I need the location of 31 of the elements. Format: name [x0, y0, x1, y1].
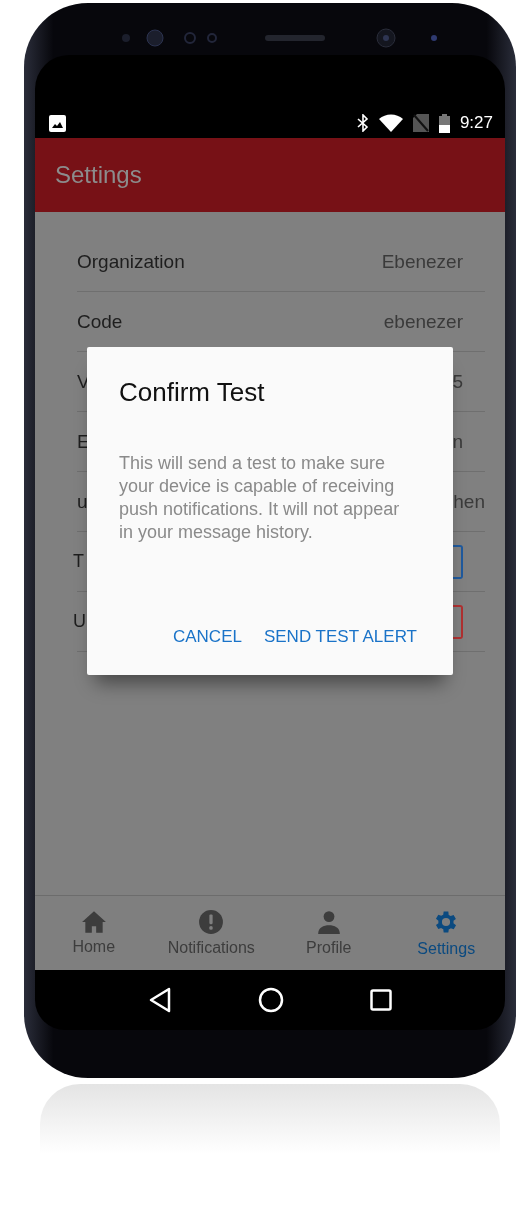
bluetooth-icon: [356, 114, 369, 132]
tab-bar-item[interactable]: Profile: [270, 896, 388, 970]
back-icon[interactable]: [148, 987, 172, 1013]
home-icon: [80, 910, 107, 934]
setting-label: U: [73, 611, 86, 632]
setting-label: Code: [77, 310, 123, 333]
setting-value: 5: [452, 370, 463, 393]
image-icon: [49, 114, 66, 132]
app-bar-title: Settings: [55, 161, 142, 189]
wifi-icon: [378, 114, 403, 132]
setting-value: Ebenezer: [381, 250, 463, 273]
setting-label: Organization: [77, 250, 185, 273]
setting-value: n: [452, 430, 463, 453]
setting-value: ebenezer: [383, 310, 463, 333]
home-circle-icon[interactable]: [258, 987, 284, 1013]
setting-value: hen: [453, 490, 485, 513]
alert-icon: [198, 909, 225, 935]
tab-bar-item[interactable]: Home: [35, 896, 153, 970]
battery-icon: [438, 113, 450, 133]
setting-label: u: [77, 490, 88, 513]
setting-label: T: [73, 551, 84, 572]
person-icon: [315, 909, 342, 935]
status-time: 9:27: [459, 113, 493, 133]
tab-bar-item[interactable]: Settings: [387, 896, 505, 970]
no-sim-icon: [412, 114, 429, 132]
dialog-title: Confirm Test: [119, 377, 266, 408]
dialog-message: This will send a test to make sure your device is capable of receiving push notifications. It will not appear in your message history.: [119, 452, 401, 544]
recents-icon[interactable]: [370, 989, 392, 1011]
dialog-action-button[interactable]: CANCEL: [168, 619, 246, 655]
tab-bar-item[interactable]: Notifications: [152, 896, 270, 970]
dialog-action-button[interactable]: SEND TEST ALERT: [259, 619, 421, 655]
